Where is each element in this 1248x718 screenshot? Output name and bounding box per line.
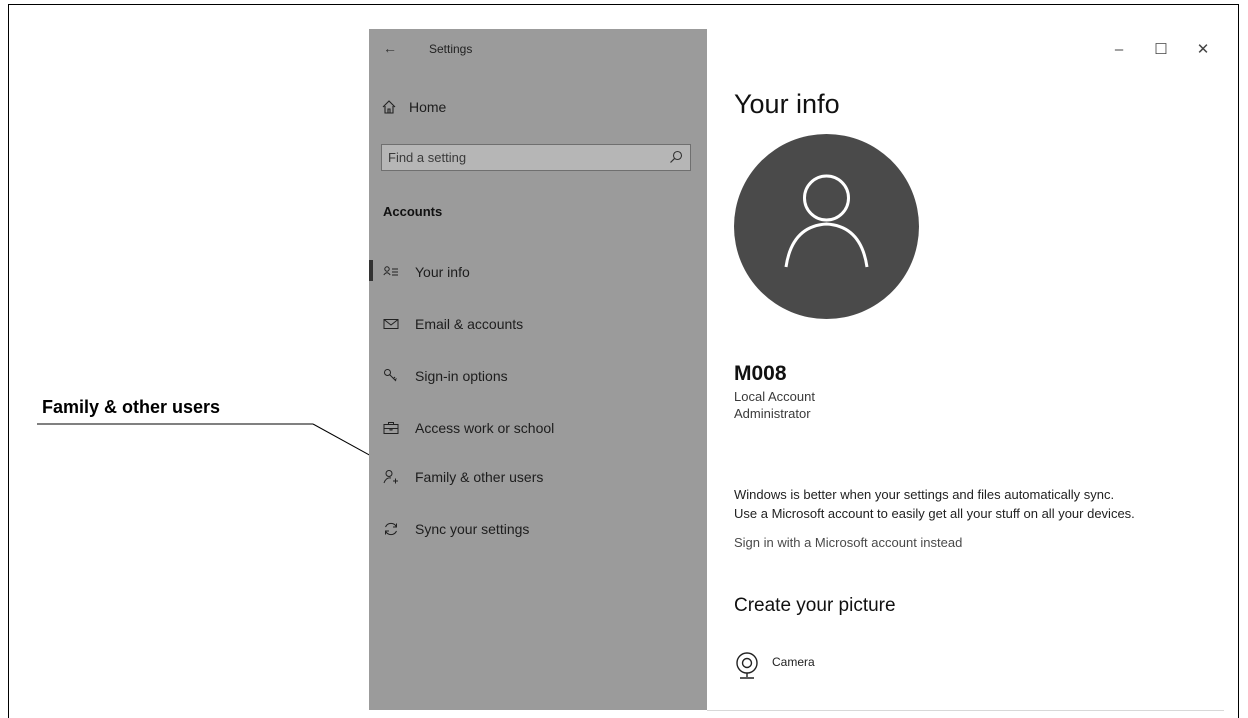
settings-window: ← Settings Home Find a setting Accounts (369, 29, 1224, 711)
sidebar-item-label: Family & other users (415, 469, 544, 485)
content-pane: – ☐ ✕ Your info M008 Local Account Admin… (707, 29, 1224, 711)
your-info-icon (383, 266, 398, 276)
active-indicator (369, 260, 373, 281)
sidebar-item-sync-settings[interactable]: Sync your settings (383, 517, 529, 541)
sync-message-line: Use a Microsoft account to easily get al… (734, 506, 1135, 521)
sidebar: ← Settings Home Find a setting Accounts (369, 29, 707, 710)
briefcase-icon (383, 422, 399, 434)
account-type: Local Account (734, 389, 815, 404)
sync-icon (385, 522, 397, 536)
user-name: M008 (734, 362, 787, 385)
sidebar-item-your-info[interactable]: Your info (383, 260, 470, 284)
maximize-button[interactable]: ☐ (1140, 37, 1182, 61)
home-label: Home (409, 99, 447, 115)
search-placeholder: Find a setting (388, 150, 467, 165)
microsoft-signin-link[interactable]: Sign in with a Microsoft account instead (734, 535, 962, 550)
key-icon (384, 369, 397, 382)
account-role: Administrator (734, 406, 811, 421)
camera-option[interactable]: Camera (734, 652, 815, 680)
sidebar-item-family-other-users[interactable]: Family & other users (383, 465, 543, 489)
sidebar-item-sign-in-options[interactable]: Sign-in options (383, 364, 508, 388)
window-controls: – ☐ ✕ (1098, 37, 1224, 61)
sidebar-item-label: Email & accounts (415, 316, 524, 332)
sidebar-item-access-work-school[interactable]: Access work or school (383, 416, 554, 440)
picture-heading: Create your picture (734, 595, 896, 616)
home-link[interactable]: Home (381, 99, 446, 115)
search-input[interactable]: Find a setting (381, 144, 691, 171)
user-silhouette-icon (784, 174, 869, 268)
callout-label: Family & other users (42, 397, 221, 417)
page-title: Your info (734, 89, 840, 119)
minimize-button[interactable]: – (1098, 37, 1140, 61)
avatar[interactable] (734, 134, 919, 319)
sidebar-item-label: Your info (415, 264, 470, 280)
sidebar-item-label: Access work or school (415, 420, 555, 436)
camera-label: Camera (772, 655, 815, 669)
sidebar-item-email-accounts[interactable]: Email & accounts (383, 312, 523, 336)
mail-icon (383, 319, 399, 329)
sidebar-item-label: Sign-in options (415, 368, 508, 384)
camera-icon (736, 652, 758, 679)
home-icon (382, 100, 396, 114)
section-heading: Accounts (383, 204, 443, 219)
search-icon (670, 150, 683, 163)
sidebar-item-label: Sync your settings (415, 521, 530, 537)
sync-message-line: Windows is better when your settings and… (734, 487, 1115, 502)
add-person-icon (383, 470, 398, 484)
back-arrow-icon[interactable]: ← (383, 40, 397, 56)
close-button[interactable]: ✕ (1182, 37, 1224, 61)
window-title: Settings (429, 42, 473, 56)
